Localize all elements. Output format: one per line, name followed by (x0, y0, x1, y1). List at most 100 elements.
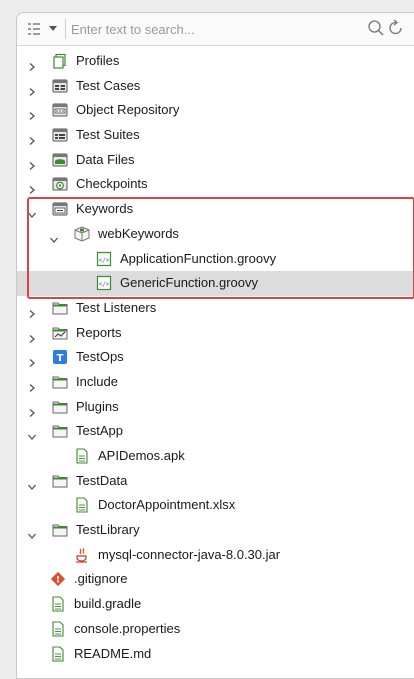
tree-item-include[interactable]: Include (17, 370, 414, 395)
search-input[interactable] (71, 20, 361, 38)
java-jar-icon (74, 547, 90, 563)
tree-item-label: DoctorAppointment.xlsx (98, 497, 236, 513)
tree-item-label: Plugins (76, 398, 119, 414)
chevron-right-icon[interactable] (27, 155, 37, 170)
search-icon[interactable] (367, 19, 385, 37)
tree-item-label: Test Listeners (76, 299, 157, 315)
file-icon (50, 596, 66, 612)
tree-item-testlibrary[interactable]: TestLibrary (17, 518, 414, 543)
tree-item-build-gradle[interactable]: build.gradle (17, 592, 414, 617)
chevron-right-icon[interactable] (27, 303, 37, 318)
tree-item-label: Object Repository (76, 102, 180, 118)
chevron-down-icon[interactable] (27, 204, 37, 219)
chevron-down-icon[interactable] (27, 476, 37, 490)
tree-item-test-suites[interactable]: Test Suites (17, 123, 414, 148)
test-explorer-panel: Profiles Test Cases Object Repository Test … (16, 12, 414, 679)
test-cases-icon (52, 78, 68, 94)
tree-item-label: Test Cases (76, 77, 141, 93)
folder-icon (52, 399, 68, 415)
chevron-right-icon[interactable] (27, 328, 37, 343)
tree-item-label: build.gradle (74, 596, 142, 612)
chevron-right-icon[interactable] (27, 105, 37, 121)
tree-item-test-cases[interactable]: Test Cases (17, 74, 414, 99)
tree-item-label: .gitignore (74, 571, 128, 587)
object-repository-icon (52, 102, 68, 118)
tree-item-label: Reports (76, 324, 122, 340)
folder-icon (52, 300, 68, 316)
profiles-icon (52, 53, 68, 69)
tree-item-label: TestData (76, 472, 128, 488)
groovy-file-icon: </> (96, 275, 112, 291)
tree-item-label: README.md (74, 645, 152, 661)
data-files-icon (52, 152, 68, 168)
chevron-right-icon[interactable] (27, 56, 37, 71)
chevron-down-icon[interactable] (27, 426, 37, 441)
tree-item-testapp[interactable]: TestApp (17, 419, 414, 444)
reports-icon (52, 325, 68, 341)
svg-text:</>: </> (99, 281, 110, 288)
folder-icon (52, 473, 68, 489)
file-icon (74, 448, 90, 464)
tree-item-genericfunction-groovy[interactable]: </> GenericFunction.groovy (17, 271, 414, 296)
explorer-toolbar (17, 13, 414, 46)
chevron-down-icon[interactable] (27, 525, 37, 540)
svg-text:T: T (57, 353, 64, 364)
svg-text:</>: </> (99, 257, 110, 264)
tree-item-label: ApplicationFunction.groovy (120, 250, 277, 266)
tree-item-apidemos-apk[interactable]: APIDemos.apk (17, 444, 414, 469)
tree-item-test-listeners[interactable]: Test Listeners (17, 296, 414, 321)
file-icon (50, 645, 66, 662)
groovy-file-icon: </> (96, 251, 112, 267)
tree-item-label: Checkpoints (76, 176, 148, 192)
test-suites-icon (52, 127, 68, 143)
filter-dropdown-icon[interactable] (48, 23, 58, 33)
tree-item-reports[interactable]: Reports (17, 321, 414, 346)
tree-item-label: Include (76, 373, 118, 389)
tree-item-console-properties[interactable]: console.properties (17, 617, 414, 642)
tree-item-label: Data Files (76, 151, 135, 167)
tree-item-label: Profiles (76, 53, 120, 68)
explorer-tree: Profiles Test Cases Object Repository Test … (17, 49, 414, 666)
tree-item-data-files[interactable]: Data Files (17, 148, 414, 173)
tree-item-keywords[interactable]: Keywords (17, 197, 414, 222)
tree-item-profiles[interactable]: Profiles (17, 49, 414, 74)
chevron-right-icon[interactable] (27, 179, 37, 195)
folder-icon (52, 374, 68, 390)
folder-icon (52, 423, 68, 439)
tree-item-label: TestOps (76, 349, 124, 365)
keywords-folder-icon (52, 201, 68, 217)
filter-list-icon[interactable] (26, 21, 42, 37)
tree-item-label: TestApp (76, 423, 123, 439)
tree-item-readme-md[interactable]: README.md (17, 642, 414, 667)
package-icon (74, 226, 90, 242)
tree-item-testdata[interactable]: TestData (17, 469, 414, 494)
tree-item-applicationfunction-groovy[interactable]: </> ApplicationFunction.groovy (17, 247, 414, 272)
chevron-down-icon[interactable] (49, 229, 59, 243)
tree-item-object-repository[interactable]: Object Repository (17, 98, 414, 123)
tree-item-plugins[interactable]: Plugins (17, 395, 414, 420)
tree-item-doctorappointment-xlsx[interactable]: DoctorAppointment.xlsx (17, 493, 414, 518)
tree-item-testops[interactable]: T TestOps (17, 345, 414, 370)
chevron-right-icon[interactable] (27, 402, 37, 417)
file-icon (50, 621, 66, 637)
tree-item-label: TestLibrary (76, 522, 140, 538)
chevron-right-icon[interactable] (27, 81, 37, 96)
tree-item-label: Test Suites (76, 127, 140, 143)
testops-icon: T (52, 349, 68, 365)
tree-item-label: APIDemos.apk (98, 448, 185, 463)
tree-item-label: GenericFunction.groovy (120, 275, 259, 291)
checkpoints-icon (52, 176, 68, 192)
tree-item-checkpoints[interactable]: Checkpoints (17, 172, 414, 197)
git-icon (50, 571, 66, 587)
chevron-right-icon[interactable] (27, 130, 37, 146)
toolbar-divider (65, 19, 66, 39)
chevron-right-icon[interactable] (27, 352, 37, 368)
folder-icon (52, 522, 68, 538)
chevron-right-icon[interactable] (27, 377, 37, 392)
tree-item-label: mysql-connector-java-8.0.30.jar (98, 546, 281, 562)
tree-item-webkeywords[interactable]: webKeywords (17, 222, 414, 247)
tree-item-mysql-connector-java-8-0-30-jar[interactable]: mysql-connector-java-8.0.30.jar (17, 543, 414, 568)
tree-item-gitignore[interactable]: .gitignore (17, 567, 414, 592)
tree-item-label: Keywords (76, 201, 134, 217)
refresh-icon[interactable] (387, 19, 405, 37)
